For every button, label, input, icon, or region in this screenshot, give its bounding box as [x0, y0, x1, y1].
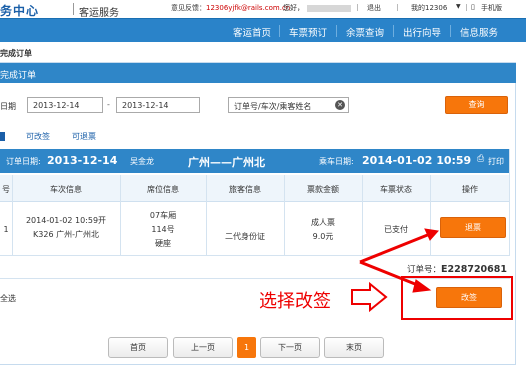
- annotation-arrowhead: [412, 279, 432, 293]
- pager-next[interactable]: 下一页: [260, 337, 320, 358]
- pager-current[interactable]: 1: [237, 337, 256, 358]
- pager-prev[interactable]: 上一页: [173, 337, 233, 358]
- annotation-line: [359, 232, 431, 264]
- annotation-arrow-right: [351, 281, 388, 313]
- pager-last[interactable]: 末页: [324, 337, 384, 358]
- annotation-arrows: [351, 228, 439, 313]
- pager-first[interactable]: 首页: [108, 337, 168, 358]
